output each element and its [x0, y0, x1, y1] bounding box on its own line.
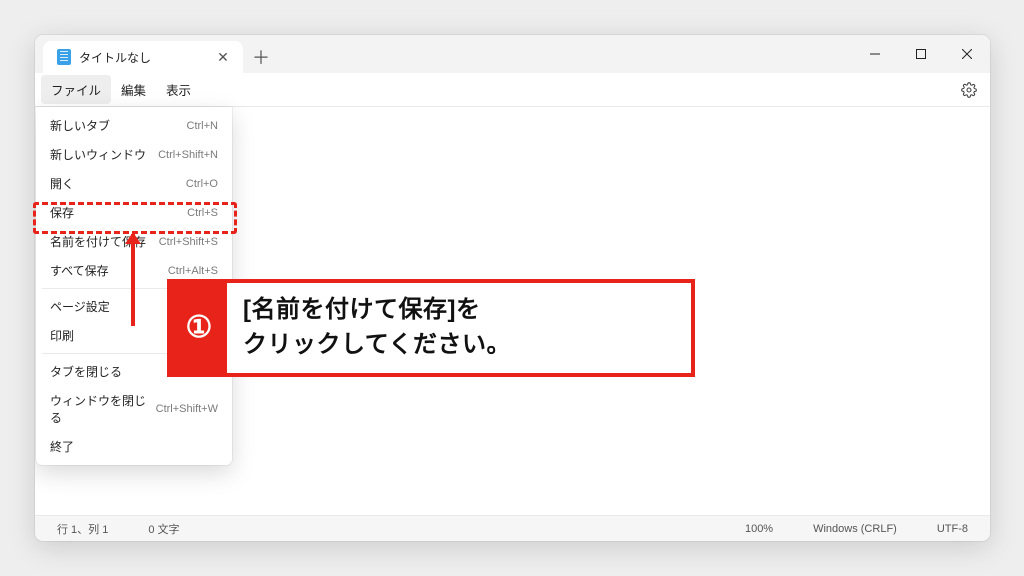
window-controls — [852, 35, 990, 73]
menu-item-shortcut: Ctrl+O — [186, 178, 218, 190]
status-encoding[interactable]: UTF-8 — [929, 523, 976, 535]
annotation-callout: ① [名前を付けて保存]を クリックしてください。 — [167, 279, 695, 377]
menu-item-shortcut: Ctrl+Alt+S — [168, 265, 218, 277]
menu-new-window[interactable]: 新しいウィンドウ Ctrl+Shift+N — [36, 140, 232, 169]
menu-item-label: 名前を付けて保存 — [50, 233, 159, 250]
new-tab-button[interactable]: ＋ — [243, 41, 279, 73]
menu-item-label: 保存 — [50, 204, 187, 221]
menu-item-shortcut: Ctrl+Shift+N — [158, 149, 218, 161]
menu-view[interactable]: 表示 — [156, 75, 201, 104]
titlebar[interactable]: タイトルなし ✕ ＋ — [35, 35, 990, 73]
maximize-button[interactable] — [898, 35, 944, 73]
status-zoom[interactable]: 100% — [737, 523, 781, 535]
menu-new-tab[interactable]: 新しいタブ Ctrl+N — [36, 111, 232, 140]
menu-item-shortcut: Ctrl+S — [187, 207, 218, 219]
status-eol[interactable]: Windows (CRLF) — [805, 523, 905, 535]
tab-close-button[interactable]: ✕ — [213, 47, 233, 67]
menubar: ファイル 編集 表示 — [35, 73, 990, 107]
menu-item-label: 新しいタブ — [50, 117, 187, 134]
tab-untitled[interactable]: タイトルなし ✕ — [43, 41, 243, 73]
menu-item-label: 開く — [50, 175, 186, 192]
menu-item-label: 終了 — [50, 438, 218, 455]
document-icon — [57, 49, 71, 65]
annotation-text: [名前を付けて保存]を クリックしてください。 — [227, 283, 527, 373]
menu-item-label: すべて保存 — [50, 262, 168, 279]
menu-open[interactable]: 開く Ctrl+O — [36, 169, 232, 198]
menu-file[interactable]: ファイル — [41, 75, 111, 104]
annotation-line1: [名前を付けて保存]を — [243, 296, 480, 323]
tab-title: タイトルなし — [79, 49, 205, 66]
settings-button[interactable] — [954, 75, 984, 105]
status-position: 行 1、列 1 — [49, 521, 116, 537]
menu-save-as[interactable]: 名前を付けて保存 Ctrl+Shift+S — [36, 227, 232, 256]
statusbar: 行 1、列 1 0 文字 100% Windows (CRLF) UTF-8 — [35, 515, 990, 541]
annotation-line2: クリックしてください。 — [243, 331, 511, 358]
menu-item-shortcut: Ctrl+N — [187, 120, 218, 132]
menu-exit[interactable]: 終了 — [36, 432, 232, 461]
annotation-step-badge: ① — [171, 283, 227, 373]
titlebar-drag-area[interactable] — [279, 35, 852, 73]
menu-item-label: ウィンドウを閉じる — [50, 392, 156, 426]
menu-edit[interactable]: 編集 — [111, 75, 156, 104]
menu-item-shortcut: Ctrl+Shift+S — [159, 236, 218, 248]
minimize-button[interactable] — [852, 35, 898, 73]
menu-close-window[interactable]: ウィンドウを閉じる Ctrl+Shift+W — [36, 386, 232, 432]
menu-item-shortcut: Ctrl+Shift+W — [156, 403, 218, 415]
menu-item-label: 新しいウィンドウ — [50, 146, 158, 163]
menu-item-label: タブを閉じる — [50, 363, 184, 380]
close-button[interactable] — [944, 35, 990, 73]
menu-save[interactable]: 保存 Ctrl+S — [36, 198, 232, 227]
status-char-count: 0 文字 — [140, 521, 187, 537]
